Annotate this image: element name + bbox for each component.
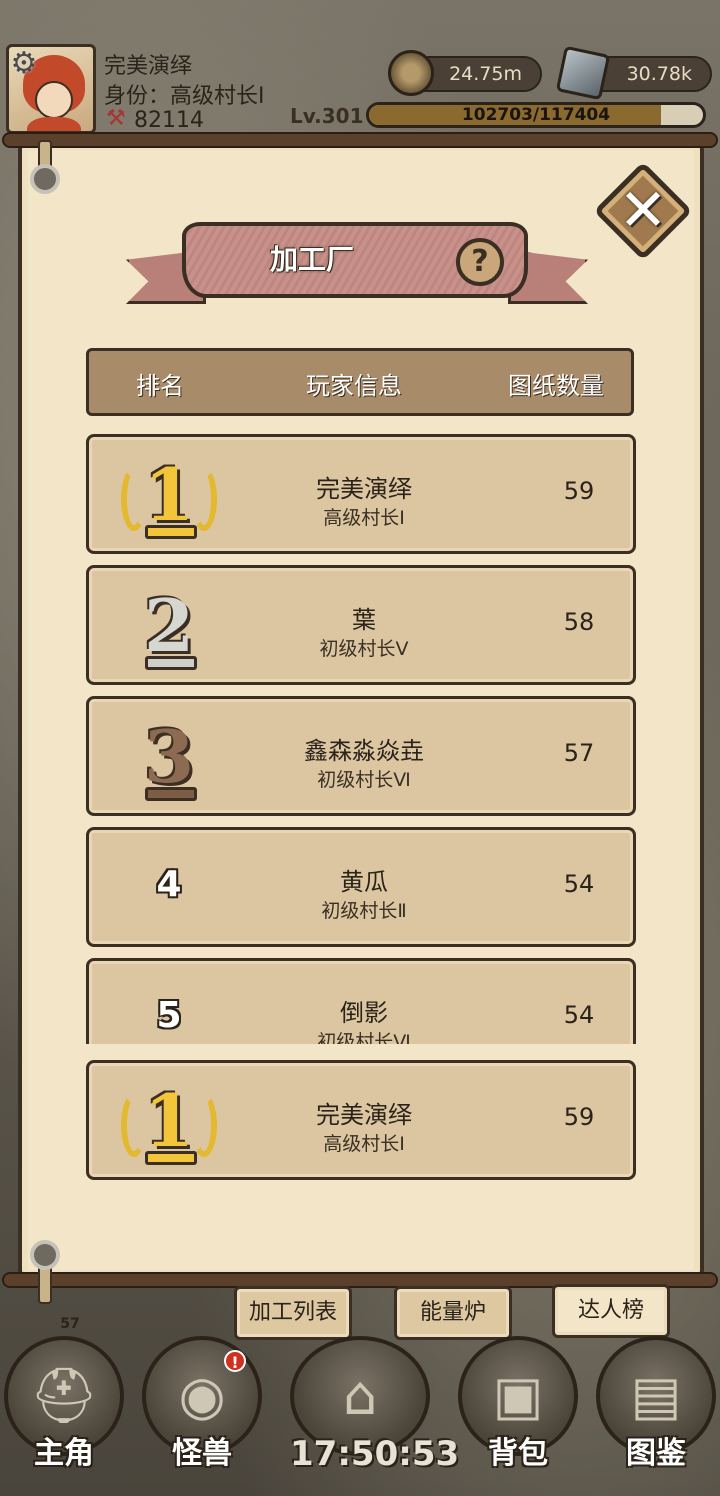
row-player-title: 初级村长Ⅵ [317,769,411,791]
scroll-rod-top [2,132,718,148]
column-blueprint-count: 图纸数量 [508,372,604,400]
row-blueprint-count: 59 [563,477,595,505]
row-player-name: 鑫森淼焱垚 [304,737,424,765]
player-power: 82114 [134,108,204,133]
row-rank-number: 4 [156,864,182,905]
close-button[interactable]: ✕ [592,160,694,262]
avatar-face [35,81,73,119]
row-player-title: 高级村长Ⅰ [323,507,405,529]
column-rank: 排名 [136,372,184,400]
player-name: 完美演绎 [104,54,193,79]
my-rank-row: 1 完美演绎 高级村长Ⅰ 59 [86,1060,636,1180]
row-player-name: 倒影 [340,999,388,1027]
row-blueprint-count: 58 [563,608,595,636]
gold-medal-icon: 1 [117,1073,221,1173]
leaderboard-row[interactable]: 1 完美演绎 高级村长Ⅰ 59 [86,434,636,554]
my-blueprint-count: 59 [563,1103,595,1131]
hero-level: 57 [60,1316,80,1332]
game-clock: 17:50:53 [290,1434,460,1474]
my-player-name: 完美演绎 [316,1101,412,1129]
nav-atlas-label: 图鉴 [626,1436,686,1471]
coin-value: 24.75m [449,63,522,85]
silver-medal-icon: 2 [117,578,221,678]
close-icon: ✕ [618,176,668,244]
medal-rank-number: 3 [143,714,195,799]
ore-value: 30.78k [626,63,692,85]
row-player-name: 完美演绎 [316,475,412,503]
my-player-title: 高级村长Ⅰ [323,1133,405,1155]
xp-bar: 102703/117404 [366,102,706,128]
row-player-title: 初级村长Ⅵ [317,1031,411,1044]
leaderboard-row[interactable]: 3 鑫森淼焱垚 初级村长Ⅵ 57 [86,696,636,816]
row-player-name: 黄瓜 [340,868,388,896]
nav-monster-label: 怪兽 [172,1436,232,1471]
row-blueprint-count: 54 [563,1001,595,1029]
tab-processing-list[interactable]: 加工列表 [234,1286,352,1340]
panel-title: 加工厂 [270,243,355,276]
coin-icon [388,50,434,96]
leaderboard-row[interactable]: 2 葉 初级村长Ⅴ 58 [86,565,636,685]
tab-energy-furnace[interactable]: 能量炉 [394,1286,512,1340]
row-player-title: 初级村长Ⅴ [319,638,409,660]
gear-icon[interactable]: ⚙ [8,48,40,80]
row-player-name: 葉 [352,606,376,634]
gold-medal-icon: 1 [117,447,221,547]
medal-rank-number: 1 [143,1078,195,1163]
player-rank-title: 身份：高级村长Ⅰ [104,84,265,109]
player-level: Lv.301 [290,104,364,128]
tab-leaderboard[interactable]: 达人榜 [552,1284,670,1338]
row-rank-number: 5 [156,995,182,1036]
power-icon: ⚒ [106,106,126,131]
help-icon[interactable]: ? [456,238,504,286]
ore-icon [555,45,611,101]
leaderboard-row[interactable]: 5 倒影 初级村长Ⅵ 54 [86,958,636,1044]
row-blueprint-count: 54 [563,870,595,898]
nav-bag-label: 背包 [488,1436,548,1471]
medal-rank-number: 2 [143,583,195,668]
ring-bottom [30,1240,60,1270]
bronze-medal-icon: 3 [117,709,221,809]
ring-top [30,164,60,194]
medal-rank-number: 1 [143,452,195,537]
leaderboard-row[interactable]: 4 黄瓜 初级村长Ⅱ 54 [86,827,636,947]
leaderboard-list[interactable]: 1 完美演绎 高级村长Ⅰ 59 2 葉 初级村长Ⅴ 58 3 鑫森淼焱垚 初级村… [80,430,642,1044]
row-blueprint-count: 57 [563,739,595,767]
column-player-info: 玩家信息 [306,372,402,400]
notification-badge: ! [224,1350,246,1372]
nav-hero-label: 主角 [34,1436,94,1471]
row-player-title: 初级村长Ⅱ [321,900,407,922]
xp-text: 102703/117404 [461,105,611,125]
